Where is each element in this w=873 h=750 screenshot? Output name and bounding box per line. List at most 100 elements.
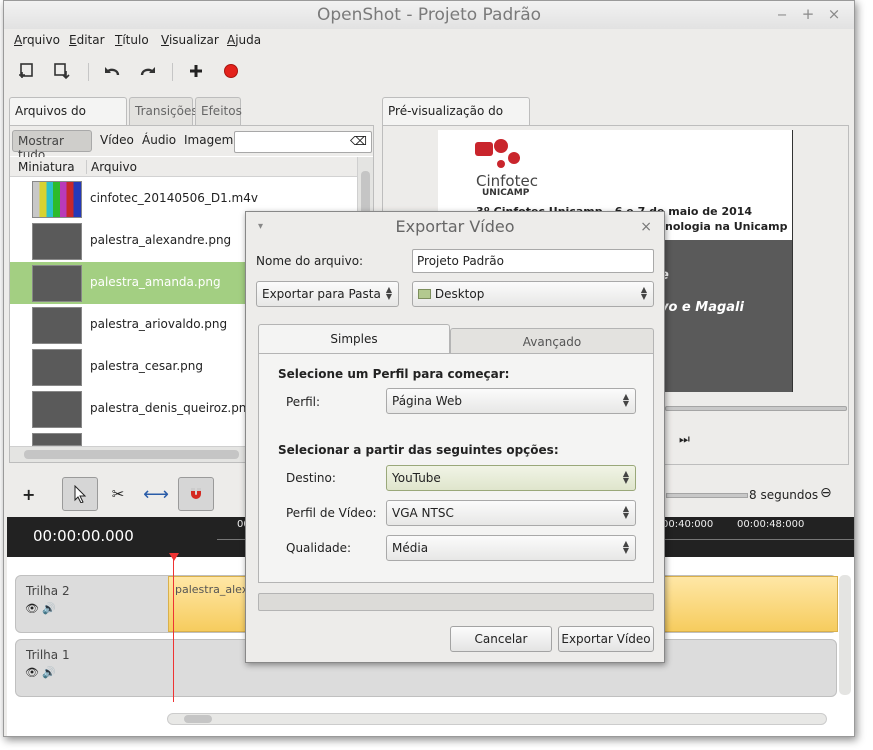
export-video-dialog: ▾ Exportar Vídeo × Nome do arquivo: Proj… [245,211,665,663]
file-name: palestra_amanda.png [90,275,221,289]
video-profile-label: Perfil de Vídeo: [286,506,377,520]
clear-search-icon[interactable]: ⌫ [350,134,367,148]
filter-show-all-button[interactable]: Mostrar tudo [12,130,92,162]
menu-ajuda[interactable]: Ajuda [227,33,261,47]
folder-value: Desktop [434,287,485,301]
zoom-slider[interactable] [666,493,748,498]
zoom-out-icon[interactable]: ⊖ [820,485,832,501]
audio-speaker-icon[interactable]: 🔊 [42,666,56,679]
ruler-mark: 00:40:000 [662,519,714,530]
spin-arrows-icon: ▲ ▼ [622,469,629,485]
tab-preview[interactable]: Pré-visualização do vídeo [382,97,530,144]
export-video-button[interactable]: Exportar Vídeo [558,626,654,652]
filename-label: Nome do arquivo: [256,254,364,268]
title-bar[interactable]: OpenShot - Projeto Padrão ‒ + × [4,1,854,29]
scrollbar-thumb[interactable] [184,715,212,723]
filename-input[interactable]: Projeto Padrão [412,249,654,273]
folder-chooser-select[interactable]: Desktop ▲ ▼ [412,281,654,307]
razor-tool-icon[interactable]: ✂ [100,477,136,511]
profile-select[interactable]: Página Web ▲ ▼ [386,388,636,414]
cancel-button[interactable]: Cancelar [450,626,552,652]
file-name: cinfotec_20140506_D1.m4v [90,191,258,205]
redo-icon[interactable] [134,57,162,85]
audio-speaker-icon[interactable]: 🔊 [42,602,56,615]
target-label: Destino: [286,471,336,485]
files-search-input[interactable]: ⌫ [234,131,372,153]
file-name: palestra_cesar.png [90,359,204,373]
filter-video-button[interactable]: Vídeo [100,133,134,147]
spin-arrows-icon: ▲ ▼ [385,285,392,301]
quality-select[interactable]: Média ▲ ▼ [386,535,636,561]
file-thumbnail [32,223,82,260]
target-select[interactable]: YouTube ▲ ▼ [386,465,636,491]
visibility-eye-icon[interactable]: 👁 [25,602,39,615]
spin-arrows-icon: ▲ ▼ [622,392,629,408]
export-record-icon[interactable] [217,57,245,85]
menu-visualizar[interactable]: Visualizar [161,33,219,47]
logo-subtext: UNICAMP [482,188,530,198]
maximize-icon[interactable]: + [800,6,816,22]
tab-transicoes[interactable]: Transições [129,97,198,125]
quality-label: Qualidade: [286,541,352,555]
video-profile-select[interactable]: VGA NTSC ▲ ▼ [386,500,636,526]
options-heading: Selecionar a partir das seguintes opções… [278,443,559,457]
file-thumbnail [32,433,82,446]
playhead-marker-icon[interactable] [169,553,179,561]
menu-arquivo[interactable]: Arquivo [14,33,60,47]
file-name: palestra_denis_queiroz.png [90,401,255,415]
ruler-mark: 00:00:48:000 [737,519,805,530]
resize-tool-icon[interactable]: ⟷ [138,477,174,511]
add-track-icon[interactable]: + [22,485,35,504]
tab-advanced[interactable]: Avançado [450,328,654,354]
fast-forward-icon[interactable]: ⏭ [679,432,690,447]
dialog-title-bar[interactable]: ▾ Exportar Vídeo × [246,212,664,242]
snap-magnet-icon[interactable] [178,477,214,511]
export-to-folder-select[interactable]: Exportar para Pasta ▲ ▼ [256,281,399,307]
file-name: palestra_alexandre.png [90,233,232,247]
toolbar-divider [172,63,173,81]
menu-editar[interactable]: Editar [69,33,105,47]
slide-text: yo e Magali [660,300,744,315]
profile-value: Página Web [392,394,462,408]
preview-seek-slider[interactable] [665,406,847,411]
close-icon[interactable]: × [826,6,842,22]
clip-label: palestra_alex [175,583,249,596]
scrollbar-thumb[interactable] [24,450,239,459]
video-profile-value: VGA NTSC [392,506,454,520]
col-thumbnail[interactable]: Miniatura [18,160,75,174]
tab-simple[interactable]: Simples [258,324,450,354]
tab-arquivos-do-projeto[interactable]: Arquivos do Projeto [9,97,127,144]
visibility-eye-icon[interactable]: 👁 [25,666,39,679]
timecode-display: 00:00:00.000 [33,527,134,545]
file-thumbnail [32,307,82,344]
import-files-icon[interactable] [49,57,77,85]
target-value: YouTube [392,471,441,485]
folder-icon [418,289,431,299]
quality-value: Média [392,541,429,555]
spin-arrows-icon: ▲ ▼ [622,504,629,520]
col-file[interactable]: Arquivo [86,160,137,174]
playhead-line[interactable] [173,557,174,702]
add-track-icon[interactable] [182,57,210,85]
dialog-menu-icon[interactable]: ▾ [258,212,263,242]
select-tool-icon[interactable] [62,477,98,511]
timeline-vertical-scrollbar[interactable] [839,575,851,695]
profile-heading: Selecione um Perfil para começar: [278,367,510,381]
filter-image-button[interactable]: Imagem [184,133,233,147]
tab-efeitos[interactable]: Efeitos [195,97,242,125]
undo-icon[interactable] [98,57,126,85]
cinfotec-logo-icon [475,139,520,168]
left-tabs: Arquivos do Projeto Transições Efeitos [9,97,379,144]
timeline-horizontal-scrollbar[interactable] [167,713,827,725]
new-project-icon[interactable] [13,57,41,85]
dialog-close-icon[interactable]: × [640,212,652,242]
filter-audio-button[interactable]: Áudio [142,133,176,147]
minimize-icon[interactable]: ‒ [774,6,790,22]
toolbar-divider [88,63,89,81]
preview-tabs: Pré-visualização do vídeo [382,97,532,144]
track-name: Trilha 1 [26,648,70,662]
menu-titulo[interactable]: Título [115,33,149,47]
openshot-window: OpenShot - Projeto Padrão ‒ + × Arquivo … [3,0,855,737]
file-thumbnail [32,265,82,302]
main-toolbar [4,57,854,89]
